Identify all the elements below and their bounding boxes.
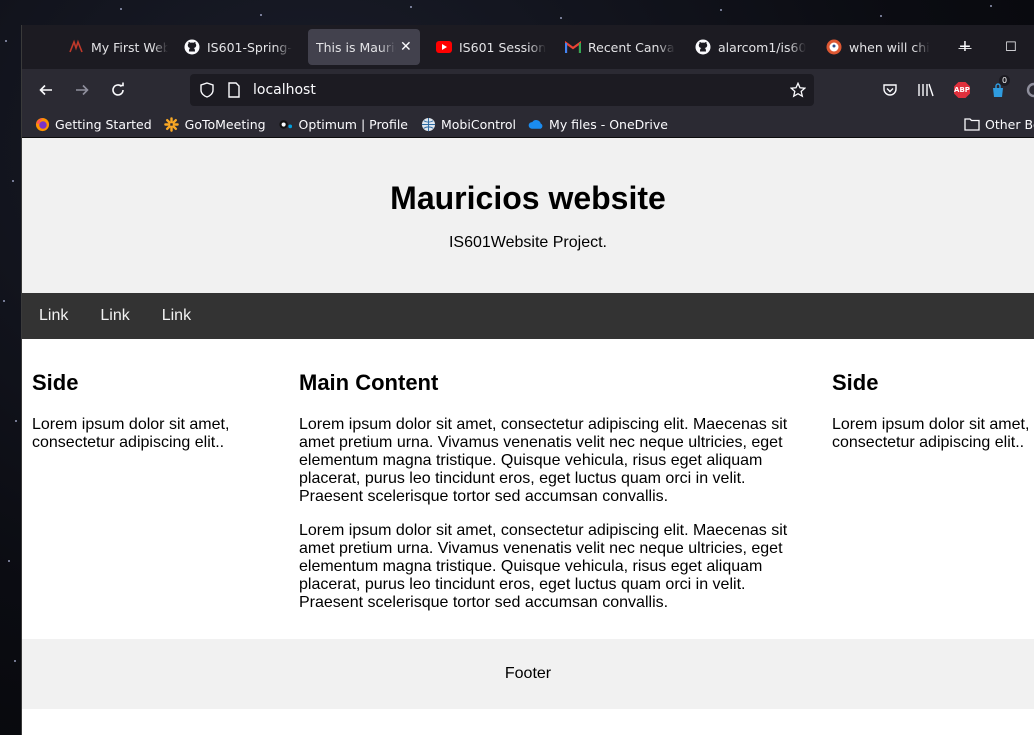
bookmark-star-icon[interactable] xyxy=(790,82,806,98)
youtube-icon xyxy=(436,39,452,55)
page-title: Mauricios website xyxy=(390,180,666,216)
topnav: Link Link Link xyxy=(22,293,1034,339)
right-column-heading: Side xyxy=(832,370,879,395)
nav-link-3[interactable]: Link xyxy=(146,307,207,325)
forward-button[interactable] xyxy=(66,74,98,106)
nav-link-1[interactable]: Link xyxy=(22,307,84,325)
navigation-toolbar: localhost ABP 0 xyxy=(22,69,1034,111)
tab-title: This is Mauricio xyxy=(316,39,396,55)
tab-title: IS601-Spring- xyxy=(207,39,292,55)
bookmark-label: Getting Started xyxy=(55,116,152,132)
folder-icon xyxy=(964,117,980,131)
tab-strip: My First Web IS601-Spring- This is Mauri… xyxy=(22,25,1034,69)
nav-link-2[interactable]: Link xyxy=(84,307,145,325)
bookmark-my-files-onedrive[interactable]: My files - OneDrive xyxy=(522,116,674,132)
library-icon xyxy=(918,83,934,97)
bookmark-optimum-profile[interactable]: Optimum | Profile xyxy=(272,116,414,132)
extension-badge: 0 xyxy=(999,75,1010,86)
reload-icon xyxy=(112,82,124,96)
tab-title: IS601 Session xyxy=(459,39,547,55)
bookmarks-toolbar: Getting Started GoToMeeting Optimum | Pr… xyxy=(22,111,1034,138)
reload-button[interactable] xyxy=(102,74,134,106)
tab-title: alarcom1/is60 xyxy=(718,39,807,55)
tab-title: My First Web xyxy=(91,39,168,55)
left-column-heading: Side xyxy=(32,370,79,395)
page-icon[interactable] xyxy=(227,82,241,98)
other-bookmarks-label: Other Boo xyxy=(985,116,1034,132)
profile-button[interactable] xyxy=(1016,74,1034,106)
page-subtitle: IS601Website Project. xyxy=(448,234,607,251)
content-columns: Side Lorem ipsum dolor sit amet, consect… xyxy=(22,339,1034,639)
tab-my-first-web[interactable]: My First Web xyxy=(60,28,176,66)
minimize-icon[interactable]: — xyxy=(942,40,988,55)
tab-is601-spring[interactable]: IS601-Spring- xyxy=(176,28,304,66)
library-button[interactable] xyxy=(908,74,944,106)
arrow-right-icon xyxy=(76,84,89,96)
main-column: Main Content Lorem ipsum dolor sit amet,… xyxy=(289,339,822,639)
bookmark-label: Optimum | Profile xyxy=(298,116,408,132)
toolbar-right: ABP 0 xyxy=(872,74,1034,106)
gmail-icon xyxy=(565,39,581,55)
pocket-button[interactable] xyxy=(872,74,908,106)
duckduckgo-icon xyxy=(826,39,842,55)
window-controls: — ☐ xyxy=(942,25,1034,69)
right-column-text: Lorem ipsum dolor sit amet, consectetur … xyxy=(832,416,1030,451)
close-icon[interactable]: ✕ xyxy=(400,39,412,55)
left-column: Side Lorem ipsum dolor sit amet, consect… xyxy=(22,339,289,639)
right-column: Side Lorem ipsum dolor sit amet, consect… xyxy=(822,339,1034,639)
bookmark-label: MobiControl xyxy=(441,116,517,132)
left-column-text: Lorem ipsum dolor sit amet, consectetur … xyxy=(32,416,230,451)
bookmark-label: GoToMeeting xyxy=(184,116,266,132)
browser-window: My First Web IS601-Spring- This is Mauri… xyxy=(22,25,1034,735)
url-text[interactable]: localhost xyxy=(253,82,316,98)
pocket-icon xyxy=(883,84,897,96)
other-bookmarks[interactable]: Other Boo xyxy=(964,117,1034,132)
page-footer: Footer xyxy=(22,639,1034,709)
mobicontrol-icon xyxy=(420,116,436,132)
bookmark-label: My files - OneDrive xyxy=(549,116,668,132)
main-paragraph-2: Lorem ipsum dolor sit amet, consectetur … xyxy=(299,522,788,611)
address-bar[interactable]: localhost xyxy=(190,74,814,106)
shield-icon[interactable] xyxy=(199,82,215,98)
abp-label: ABP xyxy=(954,86,970,94)
main-paragraph-1: Lorem ipsum dolor sit amet, consectetur … xyxy=(299,416,788,505)
extension-button[interactable]: 0 xyxy=(980,74,1016,106)
arrow-left-icon xyxy=(39,84,52,96)
back-button[interactable] xyxy=(30,74,62,106)
bookmark-getting-started[interactable]: Getting Started xyxy=(22,116,158,132)
firefox-icon xyxy=(34,116,50,132)
optimum-icon xyxy=(278,116,294,132)
tab-this-is-mauricio[interactable]: This is Mauricio ✕ xyxy=(308,29,420,65)
tab-alarcom1[interactable]: alarcom1/is60 xyxy=(687,28,818,66)
tab-is601-session[interactable]: IS601 Session xyxy=(428,28,557,66)
main-column-heading: Main Content xyxy=(299,370,439,395)
page-header: Mauricios website IS601Website Project. xyxy=(22,138,1034,293)
profile-icon xyxy=(1026,82,1034,98)
adblock-plus-button[interactable]: ABP xyxy=(944,74,980,106)
github-icon xyxy=(695,39,711,55)
tab-recent-canvas[interactable]: Recent Canva xyxy=(557,28,687,66)
maximize-icon[interactable]: ☐ xyxy=(988,39,1034,55)
site-icon xyxy=(68,39,84,55)
tab-when-will-chi[interactable]: when will chi xyxy=(818,28,942,66)
onedrive-icon xyxy=(528,116,544,132)
gotomeeting-icon xyxy=(164,116,180,132)
github-icon xyxy=(184,39,200,55)
tab-title: Recent Canva xyxy=(588,39,675,55)
bookmark-mobicontrol[interactable]: MobiControl xyxy=(414,116,522,132)
web-page: Mauricios website IS601Website Project. … xyxy=(22,138,1034,735)
bookmark-gotomeeting[interactable]: GoToMeeting xyxy=(158,116,272,132)
tab-title: when will chi xyxy=(849,39,930,55)
